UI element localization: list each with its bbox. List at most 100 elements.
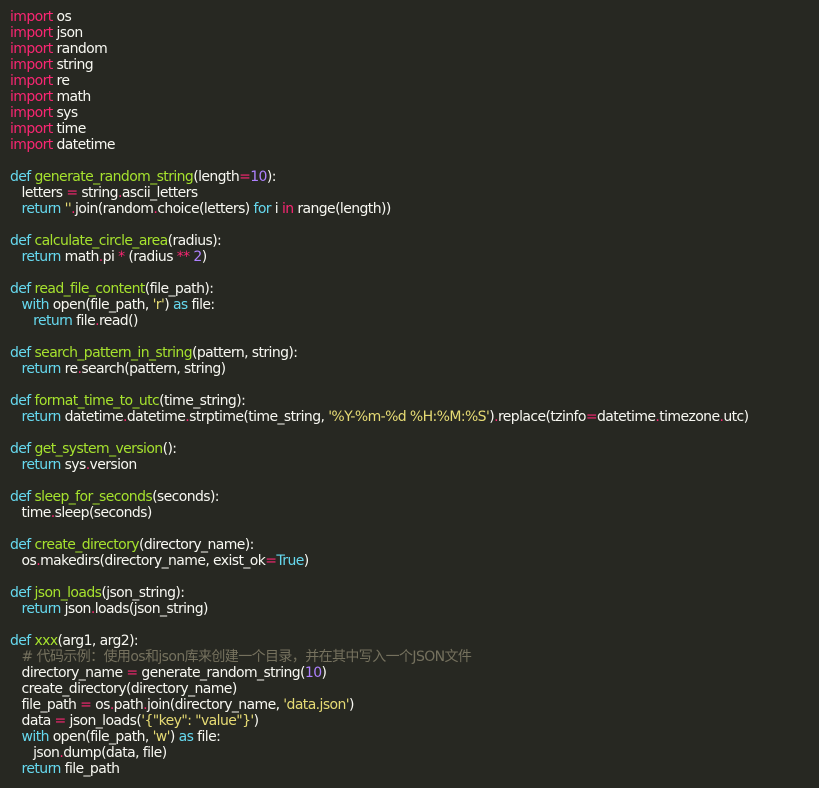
- code-line[interactable]: time.sleep(seconds): [10, 505, 819, 521]
- code-line[interactable]: import os: [10, 9, 819, 25]
- code-token-def: return: [10, 249, 65, 265]
- code-line[interactable]: [10, 425, 819, 441]
- code-line[interactable]: [10, 569, 819, 585]
- code-token-text: (arg1, arg2):: [57, 633, 139, 649]
- code-token-def: def: [10, 489, 35, 505]
- code-token-text: string: [77, 185, 118, 201]
- code-token-def: as: [172, 297, 188, 313]
- code-line[interactable]: import json: [10, 25, 819, 41]
- code-token-com: # 代码示例：使用os和json库来创建一个目录，并在其中写入一个JSON文件: [10, 649, 472, 665]
- code-token-def: def: [10, 633, 35, 649]
- code-token-text: json_loads(: [65, 713, 142, 729]
- code-line[interactable]: def sleep_for_seconds(seconds):: [10, 489, 819, 505]
- code-token-def: return: [10, 361, 65, 377]
- code-token-op: =: [239, 169, 251, 185]
- code-token-text: path: [113, 697, 144, 713]
- code-token-text: datetime: [52, 137, 115, 153]
- code-line[interactable]: return ''.join(random.choice(letters) fo…: [10, 201, 819, 217]
- code-line[interactable]: [10, 377, 819, 393]
- code-token-text: time: [52, 121, 86, 137]
- code-token-text: i: [270, 201, 282, 217]
- code-line[interactable]: [10, 217, 819, 233]
- code-token-text: generate_random_string(: [137, 665, 305, 681]
- code-token-str: '{"key": "value"}': [141, 713, 254, 729]
- code-line[interactable]: # 代码示例：使用os和json库来创建一个目录，并在其中写入一个JSON文件: [10, 649, 819, 665]
- code-token-text: search(pattern, string): [81, 361, 226, 377]
- code-line[interactable]: [10, 153, 819, 169]
- code-line[interactable]: [10, 473, 819, 489]
- code-line[interactable]: file_path = os.path.join(directory_name,…: [10, 697, 819, 713]
- code-token-text: join(random: [74, 201, 154, 217]
- code-token-text: utc): [723, 409, 749, 425]
- code-line[interactable]: return file_path: [10, 761, 819, 777]
- code-token-text: read(): [98, 313, 138, 329]
- code-line[interactable]: return datetime.datetime.strptime(time_s…: [10, 409, 819, 425]
- code-editor[interactable]: import os import json import random import …: [0, 0, 819, 788]
- code-token-text: file: [76, 313, 96, 329]
- code-line[interactable]: def generate_random_string(length=10):: [10, 169, 819, 185]
- code-token-fn: calculate_circle_area: [34, 233, 168, 249]
- code-token-def: def: [10, 537, 35, 553]
- code-token-text: string: [52, 57, 94, 73]
- code-token-fn: format_time_to_utc: [34, 393, 160, 409]
- code-line[interactable]: import string: [10, 57, 819, 73]
- code-token-def: def: [10, 441, 35, 457]
- code-token-op: =: [265, 553, 277, 569]
- code-token-op: **: [176, 249, 190, 265]
- code-line[interactable]: with open(file_path, 'w') as file:: [10, 729, 819, 745]
- code-line[interactable]: def get_system_version():: [10, 441, 819, 457]
- code-token-text: loads(json_string): [94, 601, 209, 617]
- code-token-text: replace(tzinfo: [497, 409, 586, 425]
- code-token-text: (radius):: [167, 233, 222, 249]
- code-line[interactable]: import sys: [10, 105, 819, 121]
- code-line[interactable]: json.dump(data, file): [10, 745, 819, 761]
- code-token-kw: import: [10, 73, 53, 89]
- code-line[interactable]: return sys.version: [10, 457, 819, 473]
- code-line[interactable]: directory_name = generate_random_string(…: [10, 665, 819, 681]
- code-line[interactable]: def xxx(arg1, arg2):: [10, 633, 819, 649]
- code-line[interactable]: import datetime: [10, 137, 819, 153]
- code-line[interactable]: create_directory(directory_name): [10, 681, 819, 697]
- code-line[interactable]: import re: [10, 73, 819, 89]
- code-line[interactable]: letters = string.ascii_letters: [10, 185, 819, 201]
- code-line[interactable]: def json_loads(json_string):: [10, 585, 819, 601]
- code-token-text: timezone: [659, 409, 720, 425]
- code-line[interactable]: os.makedirs(directory_name, exist_ok=Tru…: [10, 553, 819, 569]
- code-token-def: def: [10, 585, 35, 601]
- code-line[interactable]: [10, 265, 819, 281]
- code-token-text: file:: [187, 297, 215, 313]
- code-token-kw: import: [10, 89, 53, 105]
- code-token-op: =: [126, 665, 138, 681]
- code-line[interactable]: [10, 521, 819, 537]
- code-token-text: ): [349, 697, 354, 713]
- code-token-text: dump(data, file): [63, 745, 167, 761]
- code-token-text: (length: [193, 169, 240, 185]
- code-token-kw: in: [281, 201, 294, 217]
- code-line[interactable]: import math: [10, 89, 819, 105]
- code-line[interactable]: return re.search(pattern, string): [10, 361, 819, 377]
- code-line[interactable]: return json.loads(json_string): [10, 601, 819, 617]
- code-token-text: re: [64, 361, 78, 377]
- code-line[interactable]: data = json_loads('{"key": "value"}'): [10, 713, 819, 729]
- code-token-text: json: [64, 601, 92, 617]
- code-line[interactable]: def search_pattern_in_string(pattern, st…: [10, 345, 819, 361]
- code-token-text: (radius: [124, 249, 177, 265]
- code-line[interactable]: def read_file_content(file_path):: [10, 281, 819, 297]
- code-line[interactable]: def format_time_to_utc(time_string):: [10, 393, 819, 409]
- code-line[interactable]: [10, 329, 819, 345]
- code-line[interactable]: return math.pi * (radius ** 2): [10, 249, 819, 265]
- code-token-text: os: [52, 9, 72, 25]
- code-token-text: choice(letters): [157, 201, 254, 217]
- code-line[interactable]: def calculate_circle_area(radius):: [10, 233, 819, 249]
- code-token-text: directory_name: [10, 665, 127, 681]
- code-token-def: return: [10, 201, 65, 217]
- code-line[interactable]: import time: [10, 121, 819, 137]
- code-line[interactable]: def create_directory(directory_name):: [10, 537, 819, 553]
- code-line[interactable]: [10, 617, 819, 633]
- code-line[interactable]: return file.read(): [10, 313, 819, 329]
- code-line[interactable]: with open(file_path, 'r') as file:: [10, 297, 819, 313]
- code-token-text: ): [169, 729, 179, 745]
- code-line[interactable]: import random: [10, 41, 819, 57]
- code-token-text: ): [201, 249, 207, 265]
- code-token-fn: json_loads: [34, 585, 102, 601]
